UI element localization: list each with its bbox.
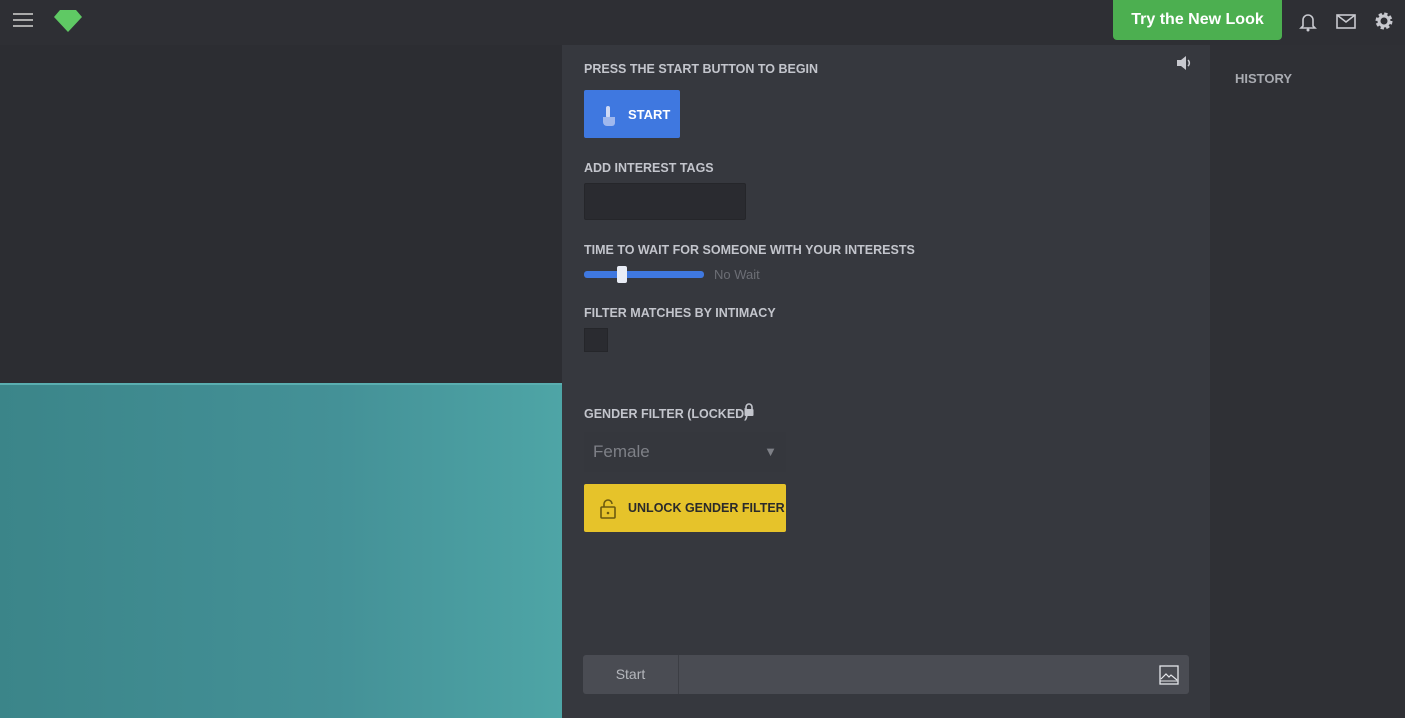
local-video <box>0 383 562 718</box>
intimacy-filter-label: FILTER MATCHES BY INTIMACY <box>584 306 776 320</box>
gender-filter-select[interactable]: Female ▼ <box>584 432 786 472</box>
interest-tags-input[interactable] <box>584 183 746 220</box>
intimacy-filter-checkbox[interactable] <box>584 328 608 352</box>
speaker-icon[interactable] <box>1175 55 1193 71</box>
gear-icon[interactable] <box>1373 10 1395 32</box>
start-prompt: PRESS THE START BUTTON TO BEGIN <box>584 62 819 76</box>
image-upload-icon[interactable] <box>1159 665 1179 685</box>
history-panel: HISTORY <box>1210 45 1405 718</box>
mail-icon[interactable] <box>1335 10 1357 32</box>
start-button[interactable]: START <box>584 90 680 138</box>
unlock-icon <box>600 499 616 519</box>
try-new-look-button[interactable]: Try the New Look <box>1113 0 1282 40</box>
slider-thumb[interactable] <box>617 266 627 283</box>
gender-filter-label: GENDER FILTER (LOCKED) <box>584 407 749 421</box>
diamond-logo[interactable] <box>53 9 83 33</box>
wait-time-label: TIME TO WAIT FOR SOMEONE WITH YOUR INTER… <box>584 243 915 257</box>
chat-input[interactable] <box>680 655 1140 694</box>
lock-icon <box>744 403 754 416</box>
top-bar: Try the New Look <box>0 0 1405 45</box>
gender-value: Female <box>593 442 650 461</box>
settings-panel: PRESS THE START BUTTON TO BEGIN START AD… <box>562 45 1210 718</box>
wait-time-value: No Wait <box>714 267 760 282</box>
hand-pointer-icon <box>603 106 615 126</box>
wait-time-slider[interactable] <box>584 266 704 283</box>
bell-icon[interactable] <box>1297 10 1319 32</box>
menu-icon[interactable] <box>13 13 33 29</box>
chat-start-button[interactable]: Start <box>583 655 679 694</box>
history-title: HISTORY <box>1235 71 1293 86</box>
interest-tags-label: ADD INTEREST TAGS <box>584 161 714 175</box>
chevron-down-icon: ▼ <box>764 444 777 459</box>
chat-bar: Start <box>583 655 1189 694</box>
start-label: START <box>628 106 671 122</box>
unlock-label: UNLOCK GENDER FILTER <box>628 501 785 515</box>
